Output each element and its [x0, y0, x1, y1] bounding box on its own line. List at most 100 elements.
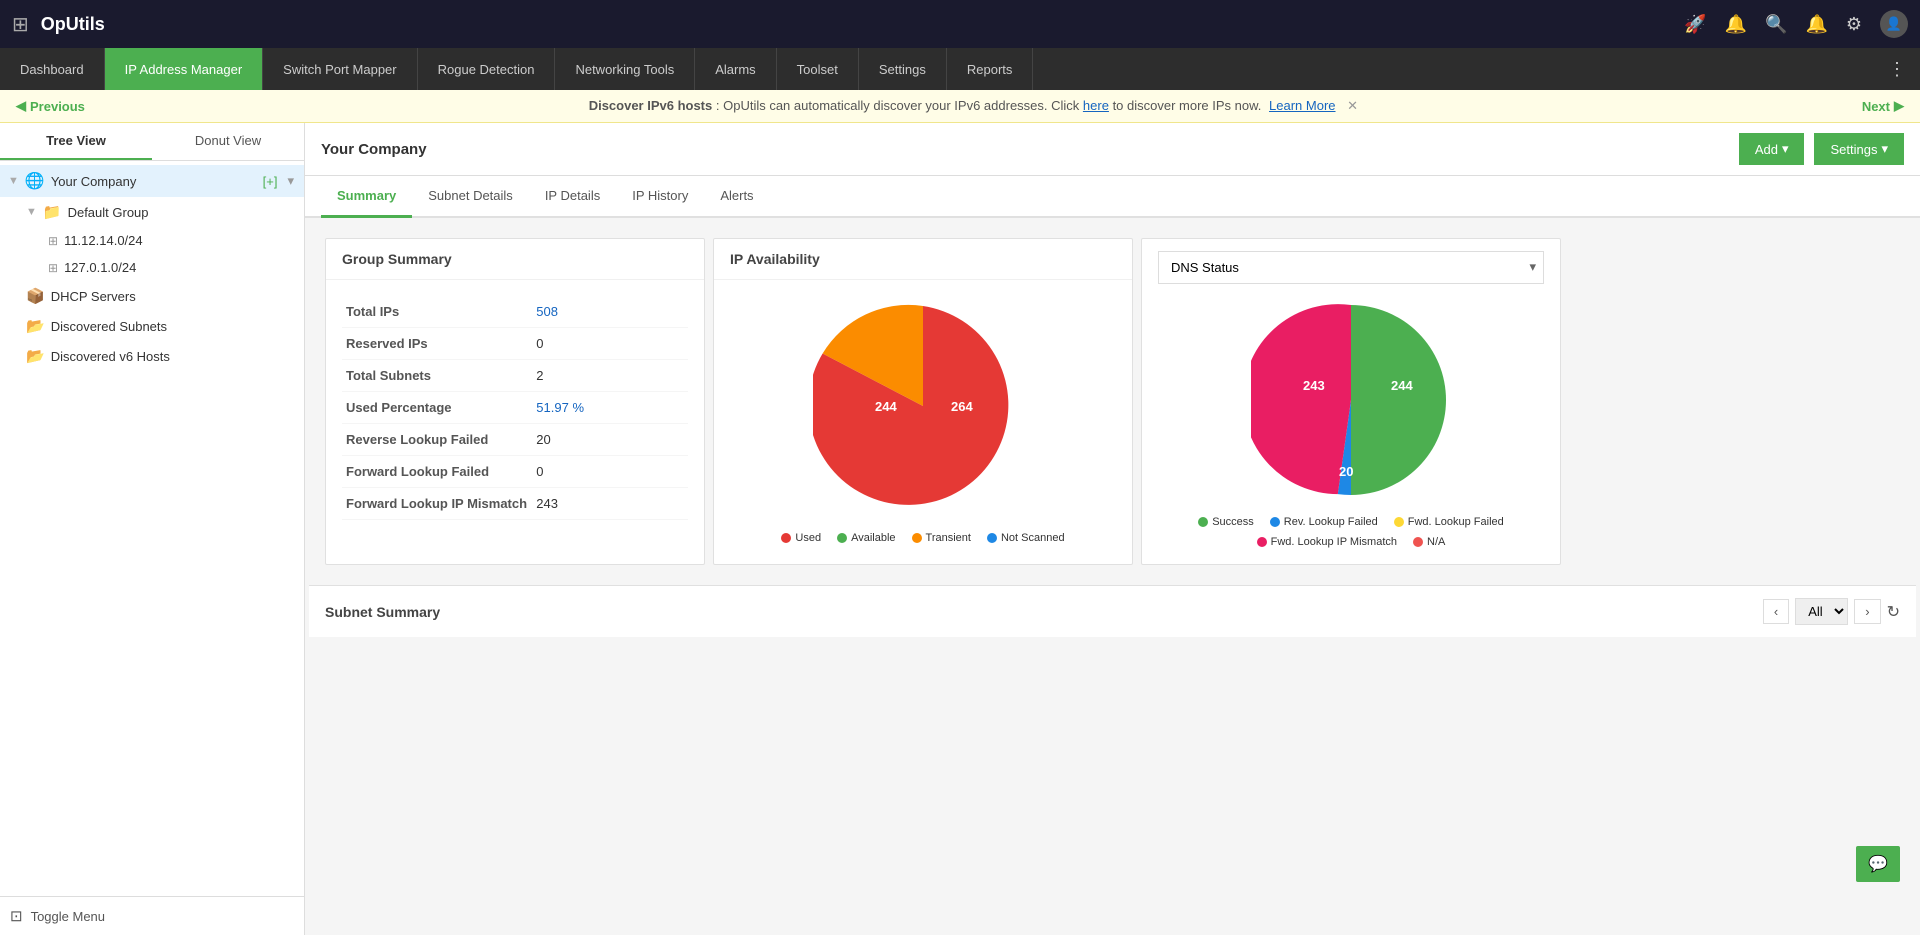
tree-item-your-company[interactable]: ▼ 🌐 Your Company [+] ▾	[0, 165, 304, 197]
group-summary-card: Group Summary Total IPs 508 Reserved IPs…	[325, 238, 705, 565]
dns-select-wrap: DNS Status	[1142, 239, 1560, 284]
fwd-lookup-dot	[1394, 517, 1404, 527]
value-total-subnets: 2	[532, 360, 688, 392]
tab-donut-view[interactable]: Donut View	[152, 123, 304, 160]
legend-used: Used	[781, 532, 821, 544]
value-fwd-lookup: 0	[532, 456, 688, 488]
tree-label-subnet-2: 127.0.1.0/24	[64, 260, 294, 275]
add-dropdown-icon: ▾	[1782, 141, 1789, 157]
tree-item-dhcp-servers[interactable]: 📦 DHCP Servers	[0, 281, 304, 311]
tab-tree-view[interactable]: Tree View	[0, 123, 152, 160]
banner-here-link[interactable]: here	[1083, 98, 1109, 113]
value-total-ips[interactable]: 508	[536, 304, 558, 319]
tree-item-discovered-subnets[interactable]: 📂 Discovered Subnets	[0, 311, 304, 341]
not-scanned-dot	[987, 533, 997, 543]
legend-fwd-ip-mismatch: Fwd. Lookup IP Mismatch	[1257, 536, 1397, 548]
tree-item-default-group[interactable]: ▼ 📁 Default Group	[0, 197, 304, 227]
folder-icon: 📁	[43, 203, 62, 221]
banner-close[interactable]: ✕	[1347, 98, 1358, 113]
table-row: Total Subnets 2	[342, 360, 688, 392]
nav-toolset[interactable]: Toolset	[777, 48, 859, 90]
tree-item-discovered-v6[interactable]: 📂 Discovered v6 Hosts	[0, 341, 304, 371]
grid-icon[interactable]: ⊞	[12, 12, 29, 37]
pagination: ‹ All 10 25 50 › ↻	[1763, 598, 1900, 625]
settings-label: Settings	[1830, 142, 1877, 157]
cards-area: Group Summary Total IPs 508 Reserved IPs…	[305, 218, 1920, 585]
floating-action-button[interactable]: 💬	[1856, 846, 1900, 882]
table-row: Forward Lookup Failed 0	[342, 456, 688, 488]
label-used-pct: Used Percentage	[342, 392, 532, 424]
nav-dashboard[interactable]: Dashboard	[0, 48, 105, 90]
nav-alarms[interactable]: Alarms	[695, 48, 776, 90]
content-area: Tree View Donut View ▼ 🌐 Your Company [+…	[0, 123, 1920, 935]
toggle-menu-icon: ⊡	[10, 907, 23, 925]
rev-lookup-dot	[1270, 517, 1280, 527]
table-row: Forward Lookup IP Mismatch 243	[342, 488, 688, 520]
banner-learn-more-link[interactable]: Learn More	[1269, 98, 1335, 113]
gear-icon[interactable]: ⚙	[1846, 14, 1862, 35]
prev-button[interactable]: ◀ Previous	[16, 98, 85, 114]
nav-more-icon[interactable]: ⋮	[1874, 59, 1920, 80]
nav-networking-tools[interactable]: Networking Tools	[555, 48, 695, 90]
tab-summary[interactable]: Summary	[321, 176, 412, 218]
company-title: Your Company	[321, 141, 427, 158]
tab-alerts[interactable]: Alerts	[704, 176, 769, 218]
dns-status-legend: Success Rev. Lookup Failed Fwd. Lookup F…	[1158, 516, 1544, 548]
fwd-mismatch-slice	[1251, 304, 1351, 494]
value-reserved-ips: 0	[532, 328, 688, 360]
subnet-icon-2: ⊞	[48, 261, 58, 275]
ip-availability-title: IP Availability	[714, 239, 1132, 280]
fwd-ip-mismatch-legend-label: Fwd. Lookup IP Mismatch	[1271, 536, 1397, 548]
dns-status-card: DNS Status	[1141, 238, 1561, 565]
success-legend-label: Success	[1212, 516, 1254, 528]
nav-switch-port-mapper[interactable]: Switch Port Mapper	[263, 48, 417, 90]
next-button[interactable]: Next ▶	[1862, 98, 1904, 114]
top-nav-icons: 🚀 🔔 🔍 🔔 ⚙ 👤	[1684, 10, 1908, 38]
label-total-ips: Total IPs	[342, 296, 532, 328]
next-page-button[interactable]: ›	[1854, 599, 1880, 624]
main-panel: Your Company Add ▾ Settings ▾ Summary Su…	[305, 123, 1920, 935]
avatar[interactable]: 👤	[1880, 10, 1908, 38]
add-button[interactable]: Add ▾	[1739, 133, 1805, 165]
main-nav: Dashboard IP Address Manager Switch Port…	[0, 48, 1920, 90]
ip-availability-pie: 264 244 Used Available	[730, 296, 1116, 544]
tree-item-subnet-2[interactable]: ⊞ 127.0.1.0/24	[0, 254, 304, 281]
rocket-icon[interactable]: 🚀	[1684, 14, 1706, 35]
bell-icon[interactable]: 🔔	[1725, 14, 1747, 35]
add-icon[interactable]: [+]	[263, 174, 278, 189]
tab-ip-history[interactable]: IP History	[616, 176, 704, 218]
legend-not-scanned: Not Scanned	[987, 532, 1065, 544]
dns-status-select[interactable]: DNS Status	[1158, 251, 1544, 284]
tree-item-subnet-1[interactable]: ⊞ 11.12.14.0/24	[0, 227, 304, 254]
dns-status-chart: 244 243 20	[1251, 300, 1451, 500]
page-size-select[interactable]: All 10 25 50	[1795, 598, 1848, 625]
nav-settings[interactable]: Settings	[859, 48, 947, 90]
tab-subnet-details[interactable]: Subnet Details	[412, 176, 529, 218]
discovery-banner: ◀ Previous Discover IPv6 hosts : OpUtils…	[0, 90, 1920, 123]
label-reserved-ips: Reserved IPs	[342, 328, 532, 360]
group-summary-title: Group Summary	[326, 239, 704, 280]
group-summary-body: Total IPs 508 Reserved IPs 0 Total Subne…	[326, 280, 704, 536]
sidebar-tree: ▼ 🌐 Your Company [+] ▾ ▼ 📁 Default Group…	[0, 161, 304, 896]
search-icon[interactable]: 🔍	[1765, 14, 1787, 35]
nav-reports[interactable]: Reports	[947, 48, 1034, 90]
used-label: 264	[951, 399, 973, 414]
value-used-pct[interactable]: 51.97 %	[536, 400, 584, 415]
nav-ip-address-manager[interactable]: IP Address Manager	[105, 48, 264, 90]
refresh-button[interactable]: ↻	[1887, 602, 1900, 622]
nav-rogue-detection[interactable]: Rogue Detection	[418, 48, 556, 90]
more-icon[interactable]: ▾	[287, 173, 294, 189]
rev-lookup-count: 20	[1339, 464, 1353, 479]
legend-fwd-lookup-failed: Fwd. Lookup Failed	[1394, 516, 1504, 528]
settings-button[interactable]: Settings ▾	[1814, 133, 1904, 165]
tab-ip-details[interactable]: IP Details	[529, 176, 616, 218]
value-rev-lookup: 20	[532, 424, 688, 456]
prev-page-button[interactable]: ‹	[1763, 599, 1789, 624]
fwd-lookup-legend-label: Fwd. Lookup Failed	[1408, 516, 1504, 528]
tree-label-dhcp: DHCP Servers	[51, 289, 294, 304]
alert-icon[interactable]: 🔔	[1805, 14, 1827, 35]
label-total-subnets: Total Subnets	[342, 360, 532, 392]
label-rev-lookup: Reverse Lookup Failed	[342, 424, 532, 456]
discovered-icon: 📂	[26, 317, 45, 335]
subnet-summary-header: Subnet Summary ‹ All 10 25 50 › ↻	[309, 585, 1916, 637]
